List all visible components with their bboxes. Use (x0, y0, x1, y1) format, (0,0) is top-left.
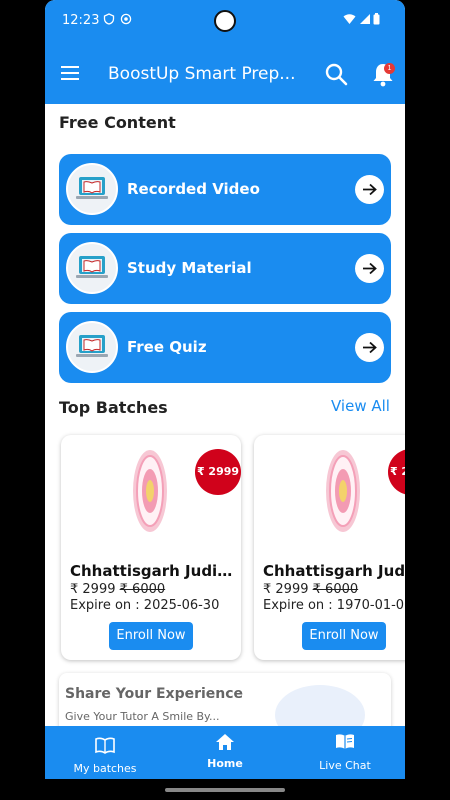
laptop-book-icon (76, 177, 108, 199)
arrow-right-icon[interactable] (355, 175, 384, 204)
top-batches-title: Top Batches (59, 398, 168, 417)
share-subtitle: Give Your Tutor A Smile By... (65, 710, 220, 723)
home-icon (216, 734, 234, 750)
share-title: Share Your Experience (65, 686, 244, 702)
batch-card[interactable]: ₹ 2999 Chhattisgarh Judici... ₹ 2999 ₹ 6… (61, 435, 241, 660)
nav-label: Live Chat (319, 759, 371, 772)
vpn-icon (120, 13, 132, 25)
status-time: 12:23 (62, 13, 100, 28)
shield-icon (103, 13, 115, 25)
batch-price: ₹ 2999 ₹ 6000 (70, 582, 165, 597)
card-avatar (66, 163, 118, 215)
laptop-book-icon (76, 256, 108, 278)
toolbar-title: BoostUp Smart Prep... (108, 64, 296, 84)
card-avatar (66, 242, 118, 294)
batch-logo-icon (133, 450, 167, 532)
current-price: ₹ 2999 (263, 582, 309, 597)
nav-home[interactable]: Home (165, 726, 285, 779)
home-gesture-handle[interactable] (165, 788, 285, 792)
free-content-title: Free Content (59, 113, 176, 132)
old-price: ₹ 6000 (119, 582, 166, 597)
price-badge: ₹ 2999 (388, 449, 405, 495)
free-quiz-card[interactable]: Free Quiz (59, 312, 391, 383)
wifi-icon (343, 14, 356, 24)
price-badge: ₹ 2999 (195, 449, 241, 495)
menu-icon[interactable] (61, 66, 79, 80)
nav-label: My batches (73, 762, 137, 775)
gesture-bar (45, 779, 405, 800)
notification-badge: 1 (384, 63, 395, 74)
batch-title: Chhattisgarh Judici... (70, 562, 238, 580)
recorded-video-card[interactable]: Recorded Video (59, 154, 391, 225)
arrow-right-icon[interactable] (355, 333, 384, 362)
study-material-card[interactable]: Study Material (59, 233, 391, 304)
signal-icon (360, 14, 370, 24)
card-label: Study Material (127, 259, 252, 277)
batch-card[interactable]: ₹ 2999 Chhattisgarh Jud ₹ 2999 ₹ 6000 Ex… (254, 435, 405, 660)
batch-price: ₹ 2999 ₹ 6000 (263, 582, 358, 597)
camera-cutout (214, 10, 236, 32)
card-label: Free Quiz (127, 338, 207, 356)
enroll-now-button[interactable]: Enroll Now (302, 622, 386, 650)
batch-expiry: Expire on : 1970-01-01 (263, 598, 405, 613)
laptop-book-icon (76, 335, 108, 357)
bottom-navigation: My batches Home Live Chat (45, 726, 405, 779)
batch-logo-icon (326, 450, 360, 532)
battery-icon (373, 13, 380, 25)
old-price: ₹ 6000 (312, 582, 359, 597)
enroll-now-button[interactable]: Enroll Now (109, 622, 193, 650)
view-all-link[interactable]: View All (331, 397, 390, 415)
share-experience-card[interactable]: Share Your Experience Give Your Tutor A … (59, 673, 391, 733)
app-screen: 12:23 BoostUp Smart Prep... 1 Free Conte… (45, 0, 405, 800)
chat-book-icon (336, 734, 354, 749)
batch-title: Chhattisgarh Jud (263, 562, 405, 580)
app-bar: 12:23 BoostUp Smart Prep... 1 (45, 0, 405, 104)
nav-live-chat[interactable]: Live Chat (285, 726, 405, 779)
batch-expiry: Expire on : 2025-06-30 (70, 598, 220, 613)
card-label: Recorded Video (127, 180, 260, 198)
nav-label: Home (207, 757, 243, 770)
arrow-right-icon[interactable] (355, 254, 384, 283)
book-open-icon (95, 737, 115, 754)
nav-my-batches[interactable]: My batches (45, 726, 165, 779)
status-bar: 12:23 (45, 0, 405, 42)
current-price: ₹ 2999 (70, 582, 116, 597)
card-avatar (66, 321, 118, 373)
search-icon[interactable] (324, 62, 348, 86)
